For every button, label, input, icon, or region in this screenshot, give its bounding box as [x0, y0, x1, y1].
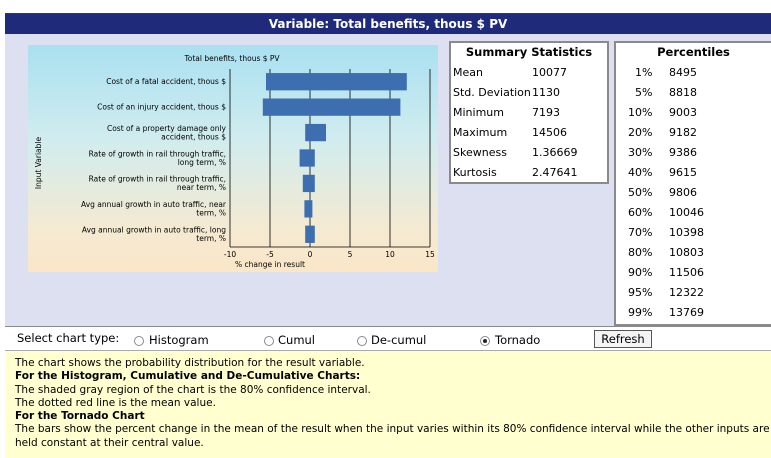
- radio-cumul[interactable]: [264, 336, 274, 346]
- refresh-button[interactable]: Refresh: [594, 330, 652, 348]
- radio-cumul-label[interactable]: Cumul: [278, 333, 315, 347]
- percentile-value: 8495: [669, 66, 697, 79]
- stat-value: 14506: [532, 126, 567, 139]
- category-label: long term, %: [178, 158, 226, 167]
- x-tick-label: 5: [348, 250, 353, 259]
- percentile-label: 50%: [628, 186, 653, 199]
- help-line: The dotted red line is the mean value.: [15, 396, 216, 409]
- stat-label: Maximum: [453, 126, 508, 139]
- summary-statistics-box: Summary Statistics Mean 10077 Std. Devia…: [449, 41, 609, 184]
- percentile-label: 60%: [628, 206, 653, 219]
- help-line: held constant at their central value.: [15, 436, 204, 449]
- chart-type-selector: Select chart type: Histogram Cumul De-cu…: [5, 326, 771, 351]
- y-axis-label: Input Variable: [34, 137, 43, 190]
- percentile-label: 90%: [628, 266, 653, 279]
- help-line: The shaded gray region of the chart is t…: [15, 383, 371, 396]
- stat-label: Mean: [453, 66, 483, 79]
- help-heading: For the Tornado Chart: [15, 410, 145, 423]
- percentile-value: 9806: [669, 186, 697, 199]
- tornado-bar: [305, 123, 326, 142]
- percentile-label: 40%: [628, 166, 653, 179]
- help-heading: For the Histogram, Cumulative and De-Cum…: [15, 370, 361, 383]
- stat-value: 7193: [532, 106, 560, 119]
- percentile-label: 95%: [628, 286, 653, 299]
- percentile-value: 9615: [669, 166, 697, 179]
- tornado-bar: [302, 174, 315, 193]
- percentile-label: 5%: [635, 86, 653, 99]
- tornado-bar: [305, 225, 315, 243]
- category-label: accident, thous $: [161, 132, 226, 141]
- percentile-value: 8818: [669, 86, 697, 99]
- category-label: term, %: [196, 234, 226, 243]
- percentile-value: 12322: [669, 286, 704, 299]
- window-title: Variable: Total benefits, thous $ PV: [5, 14, 771, 34]
- tornado-bar: [262, 98, 401, 116]
- category-label: Cost of a fatal accident, thous $: [106, 77, 226, 86]
- percentile-value: 9003: [669, 106, 697, 119]
- stat-value: 1.36669: [532, 146, 578, 159]
- percentile-label: 20%: [628, 126, 653, 139]
- tornado-bar: [266, 73, 407, 91]
- stat-label: Minimum: [453, 106, 504, 119]
- radio-decumul-label[interactable]: De-cumul: [371, 333, 426, 347]
- radio-decumul[interactable]: [357, 336, 367, 346]
- category-label: Cost of an injury accident, thous $: [97, 103, 226, 112]
- radio-histogram-label[interactable]: Histogram: [149, 333, 209, 347]
- percentile-label: 1%: [635, 66, 653, 79]
- percentiles-box: Percentiles 1% 8495 5% 8818 10% 9003 20%…: [614, 41, 771, 326]
- stat-label: Skewness: [453, 146, 507, 159]
- radio-tornado-label[interactable]: Tornado: [495, 333, 540, 347]
- percentiles-title: Percentiles: [657, 45, 730, 59]
- x-tick-label: 0: [308, 250, 313, 259]
- help-panel: The chart shows the probability distribu…: [5, 350, 771, 458]
- chart-grid: [229, 69, 431, 248]
- chart-title: Total benefits, thous $ PV: [183, 54, 280, 63]
- percentile-value: 10046: [669, 206, 704, 219]
- tornado-bar: [304, 200, 313, 218]
- percentile-label: 80%: [628, 246, 653, 259]
- chart-bars: [262, 73, 407, 243]
- x-tick-labels: -10 -5 0 5 10 15: [224, 250, 435, 259]
- tornado-bar: [299, 149, 315, 167]
- stat-value: 10077: [532, 66, 567, 79]
- percentile-label: 10%: [628, 106, 653, 119]
- x-tick-label: -5: [266, 250, 274, 259]
- tornado-chart: Total benefits, thous $ PV Input Variabl…: [28, 45, 438, 272]
- help-line: The chart shows the probability distribu…: [15, 357, 365, 369]
- x-tick-label: -10: [224, 250, 236, 259]
- x-tick-label: 15: [425, 250, 435, 259]
- percentile-label: 30%: [628, 146, 653, 159]
- x-tick-label: 10: [385, 250, 395, 259]
- percentile-value: 10803: [669, 246, 704, 259]
- category-label: term, %: [196, 209, 226, 218]
- chart-type-label: Select chart type:: [17, 331, 120, 345]
- percentile-label: 99%: [628, 306, 653, 319]
- category-labels: Cost of a fatal accident, thous $ Cost of…: [81, 77, 227, 243]
- percentile-value: 9182: [669, 126, 697, 139]
- percentile-value: 10398: [669, 226, 704, 239]
- radio-histogram[interactable]: [134, 336, 144, 346]
- tornado-chart-svg: Total benefits, thous $ PV Input Variabl…: [34, 54, 435, 269]
- percentile-label: 70%: [628, 226, 653, 239]
- percentile-value: 9386: [669, 146, 697, 159]
- percentile-value: 13769: [669, 306, 704, 319]
- category-label: near term, %: [177, 183, 226, 192]
- summary-title: Summary Statistics: [465, 45, 593, 59]
- help-line: The bars show the percent change in the …: [15, 423, 770, 436]
- stat-label: Kurtosis: [453, 166, 497, 179]
- stat-value: 1130: [532, 86, 560, 99]
- stat-value: 2.47641: [532, 166, 578, 179]
- percentile-value: 11506: [669, 266, 704, 279]
- radio-tornado[interactable]: [480, 336, 490, 346]
- x-axis-label: % change in result: [235, 260, 305, 269]
- result-window: Variable: Total benefits, thous $ PV Tot…: [0, 0, 771, 458]
- stat-label: Std. Deviation: [453, 86, 531, 99]
